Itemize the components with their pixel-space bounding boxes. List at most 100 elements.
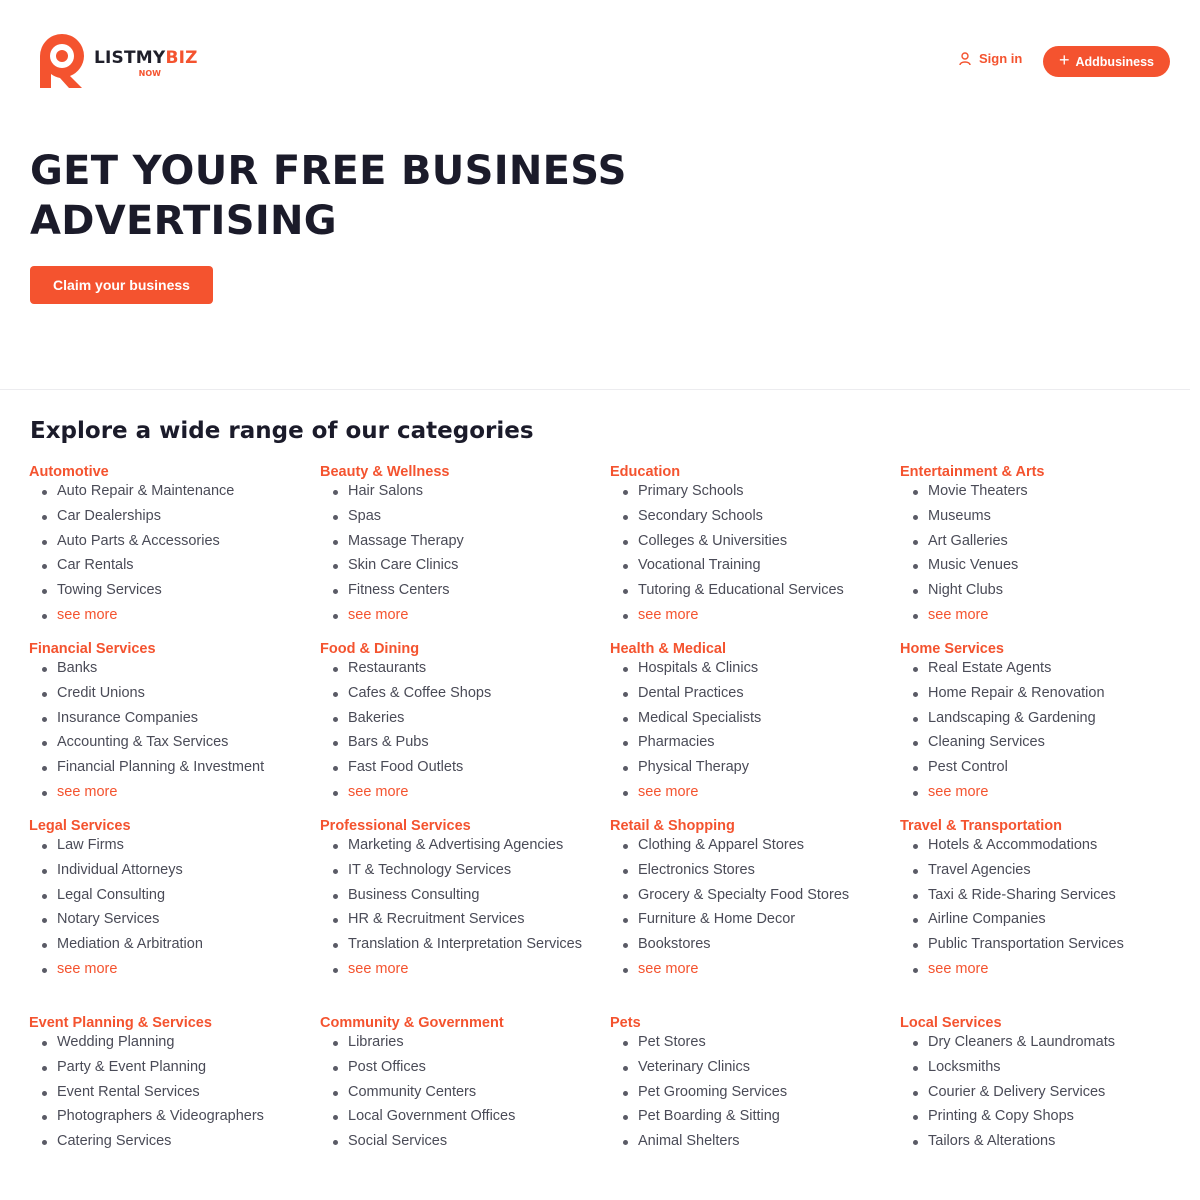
- category-item[interactable]: Banks: [29, 658, 304, 679]
- see-more-link[interactable]: see more: [610, 782, 885, 803]
- category-item[interactable]: Libraries: [320, 1032, 595, 1053]
- category-item[interactable]: Skin Care Clinics: [320, 555, 595, 576]
- category-item[interactable]: Pet Grooming Services: [610, 1082, 885, 1103]
- category-item[interactable]: Night Clubs: [900, 580, 1175, 601]
- see-more-link[interactable]: see more: [320, 605, 595, 626]
- category-heading[interactable]: Legal Services: [29, 818, 304, 835]
- category-heading[interactable]: Education: [610, 464, 885, 481]
- see-more-link[interactable]: see more: [900, 605, 1175, 626]
- category-item[interactable]: Marketing & Advertising Agencies: [320, 835, 595, 856]
- category-item[interactable]: Travel Agencies: [900, 860, 1175, 881]
- category-item[interactable]: Hair Salons: [320, 481, 595, 502]
- category-item[interactable]: Courier & Delivery Services: [900, 1082, 1175, 1103]
- category-item[interactable]: Business Consulting: [320, 885, 595, 906]
- category-item[interactable]: Restaurants: [320, 658, 595, 679]
- category-item[interactable]: Bookstores: [610, 934, 885, 955]
- category-heading[interactable]: Beauty & Wellness: [320, 464, 595, 481]
- category-item[interactable]: Auto Parts & Accessories: [29, 531, 304, 552]
- category-item[interactable]: Locksmiths: [900, 1057, 1175, 1078]
- category-item[interactable]: Event Rental Services: [29, 1082, 304, 1103]
- category-item[interactable]: Dental Practices: [610, 683, 885, 704]
- logo[interactable]: LISTMYBIZ NOW: [36, 34, 198, 90]
- category-item[interactable]: Taxi & Ride-Sharing Services: [900, 885, 1175, 906]
- category-item[interactable]: Public Transportation Services: [900, 934, 1175, 955]
- category-item[interactable]: Auto Repair & Maintenance: [29, 481, 304, 502]
- category-item[interactable]: Pet Stores: [610, 1032, 885, 1053]
- category-heading[interactable]: Health & Medical: [610, 641, 885, 658]
- category-item[interactable]: IT & Technology Services: [320, 860, 595, 881]
- category-item[interactable]: Credit Unions: [29, 683, 304, 704]
- category-item[interactable]: Local Government Offices: [320, 1106, 595, 1127]
- see-more-link[interactable]: see more: [610, 605, 885, 626]
- category-item[interactable]: Accounting & Tax Services: [29, 732, 304, 753]
- category-item[interactable]: Translation & Interpretation Services: [320, 934, 595, 955]
- sign-in-link[interactable]: Sign in: [959, 51, 1022, 66]
- category-heading[interactable]: Entertainment & Arts: [900, 464, 1175, 481]
- category-item[interactable]: Photographers & Videographers: [29, 1106, 304, 1127]
- see-more-link[interactable]: see more: [29, 605, 304, 626]
- category-item[interactable]: Physical Therapy: [610, 757, 885, 778]
- category-item[interactable]: Electronics Stores: [610, 860, 885, 881]
- see-more-link[interactable]: see more: [900, 959, 1175, 980]
- category-item[interactable]: Music Venues: [900, 555, 1175, 576]
- category-item[interactable]: Community Centers: [320, 1082, 595, 1103]
- category-item[interactable]: Bars & Pubs: [320, 732, 595, 753]
- see-more-link[interactable]: see more: [320, 959, 595, 980]
- category-item[interactable]: Party & Event Planning: [29, 1057, 304, 1078]
- category-item[interactable]: Pest Control: [900, 757, 1175, 778]
- category-item[interactable]: Financial Planning & Investment: [29, 757, 304, 778]
- category-item[interactable]: Museums: [900, 506, 1175, 527]
- category-item[interactable]: Clothing & Apparel Stores: [610, 835, 885, 856]
- category-heading[interactable]: Retail & Shopping: [610, 818, 885, 835]
- category-item[interactable]: Grocery & Specialty Food Stores: [610, 885, 885, 906]
- category-item[interactable]: Art Galleries: [900, 531, 1175, 552]
- category-item[interactable]: Spas: [320, 506, 595, 527]
- see-more-link[interactable]: see more: [29, 959, 304, 980]
- add-business-button[interactable]: + Addbusiness: [1043, 46, 1170, 77]
- category-item[interactable]: Dry Cleaners & Laundromats: [900, 1032, 1175, 1053]
- category-item[interactable]: Cleaning Services: [900, 732, 1175, 753]
- category-heading[interactable]: Financial Services: [29, 641, 304, 658]
- claim-business-button[interactable]: Claim your business: [30, 266, 213, 304]
- see-more-link[interactable]: see more: [29, 782, 304, 803]
- see-more-link[interactable]: see more: [900, 782, 1175, 803]
- category-heading[interactable]: Travel & Transportation: [900, 818, 1175, 835]
- category-item[interactable]: Hospitals & Clinics: [610, 658, 885, 679]
- category-item[interactable]: Home Repair & Renovation: [900, 683, 1175, 704]
- category-item[interactable]: Towing Services: [29, 580, 304, 601]
- category-item[interactable]: Printing & Copy Shops: [900, 1106, 1175, 1127]
- category-item[interactable]: Primary Schools: [610, 481, 885, 502]
- category-item[interactable]: Veterinary Clinics: [610, 1057, 885, 1078]
- category-heading[interactable]: Food & Dining: [320, 641, 595, 658]
- category-item[interactable]: Tutoring & Educational Services: [610, 580, 885, 601]
- category-heading[interactable]: Local Services: [900, 1015, 1175, 1032]
- category-heading[interactable]: Pets: [610, 1015, 885, 1032]
- see-more-link[interactable]: see more: [610, 959, 885, 980]
- category-item[interactable]: Cafes & Coffee Shops: [320, 683, 595, 704]
- category-item[interactable]: Massage Therapy: [320, 531, 595, 552]
- category-item[interactable]: Landscaping & Gardening: [900, 708, 1175, 729]
- category-item[interactable]: Colleges & Universities: [610, 531, 885, 552]
- category-item[interactable]: Mediation & Arbitration: [29, 934, 304, 955]
- category-item[interactable]: Individual Attorneys: [29, 860, 304, 881]
- category-item[interactable]: Fitness Centers: [320, 580, 595, 601]
- category-item[interactable]: Pharmacies: [610, 732, 885, 753]
- category-item[interactable]: Airline Companies: [900, 909, 1175, 930]
- category-item[interactable]: Car Dealerships: [29, 506, 304, 527]
- category-heading[interactable]: Event Planning & Services: [29, 1015, 304, 1032]
- category-item[interactable]: HR & Recruitment Services: [320, 909, 595, 930]
- category-item[interactable]: Legal Consulting: [29, 885, 304, 906]
- category-item[interactable]: Fast Food Outlets: [320, 757, 595, 778]
- category-item[interactable]: Insurance Companies: [29, 708, 304, 729]
- category-item[interactable]: Car Rentals: [29, 555, 304, 576]
- category-item[interactable]: Secondary Schools: [610, 506, 885, 527]
- category-item[interactable]: Law Firms: [29, 835, 304, 856]
- category-heading[interactable]: Professional Services: [320, 818, 595, 835]
- category-item[interactable]: Hotels & Accommodations: [900, 835, 1175, 856]
- category-heading[interactable]: Community & Government: [320, 1015, 595, 1032]
- category-item[interactable]: Furniture & Home Decor: [610, 909, 885, 930]
- category-item[interactable]: Notary Services: [29, 909, 304, 930]
- category-item[interactable]: Real Estate Agents: [900, 658, 1175, 679]
- category-item[interactable]: Vocational Training: [610, 555, 885, 576]
- category-item[interactable]: Movie Theaters: [900, 481, 1175, 502]
